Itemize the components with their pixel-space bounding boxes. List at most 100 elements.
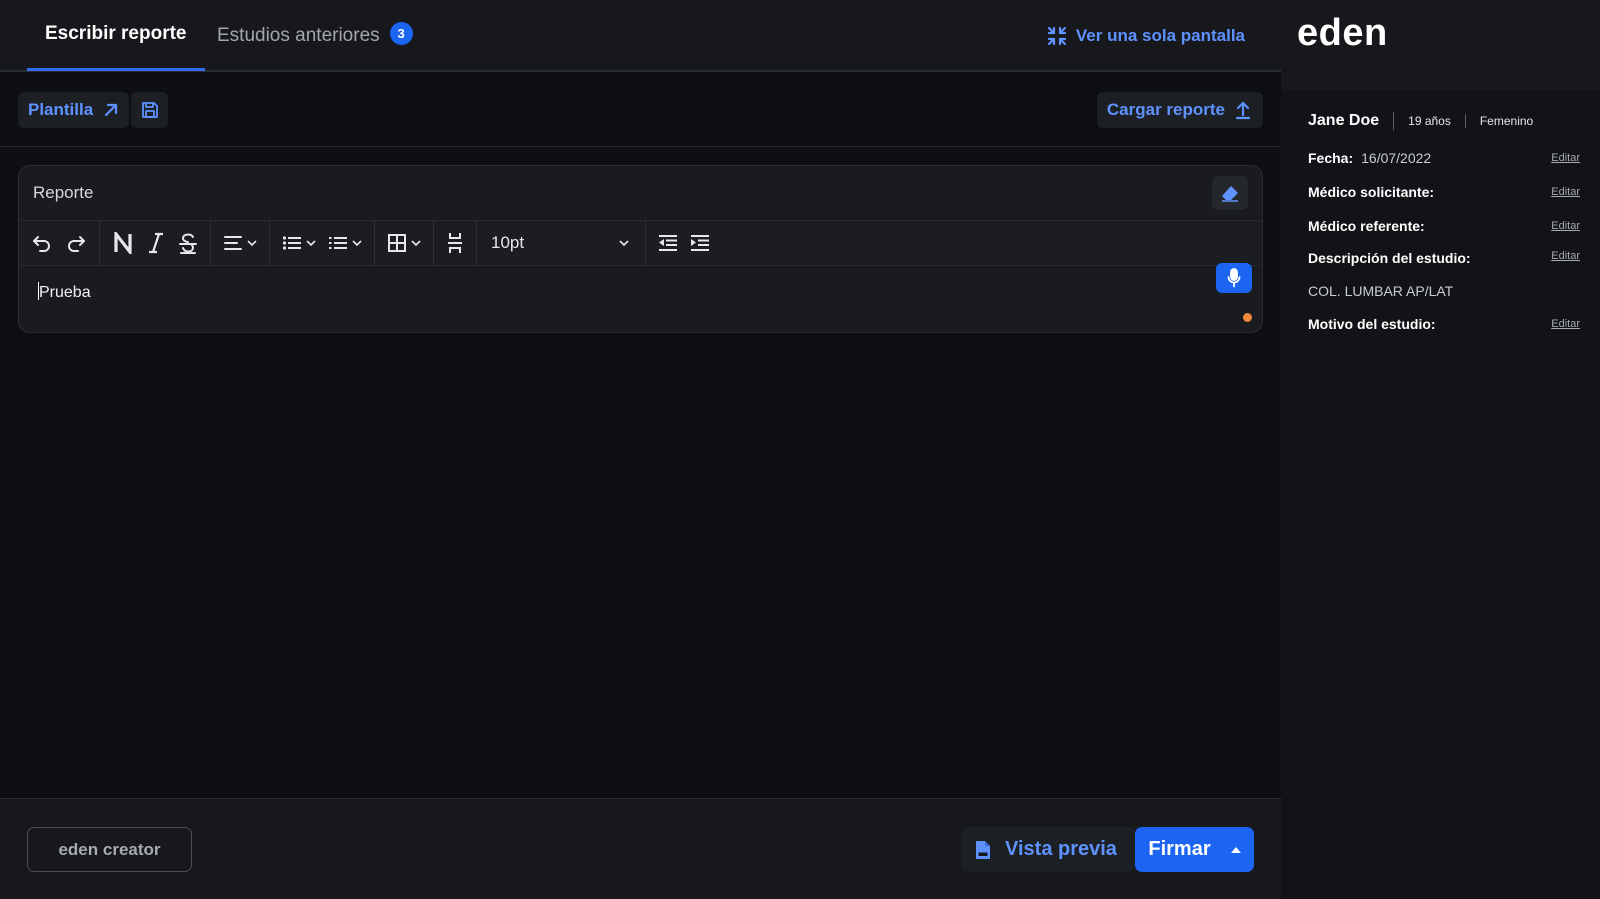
- report-editor: Reporte 10pt Prueba: [18, 165, 1263, 333]
- upload-report-label: Cargar reporte: [1106, 100, 1225, 119]
- eden-creator-button[interactable]: eden creator: [27, 827, 192, 872]
- chevron-down-icon: [352, 240, 362, 247]
- preview-label: Vista previa: [1005, 838, 1117, 860]
- edit-requesting-doctor-link[interactable]: Editar: [1551, 186, 1580, 198]
- eden-creator-label: eden creator: [58, 839, 161, 859]
- template-button[interactable]: Plantilla: [18, 92, 130, 128]
- patient-name: Jane Doe: [1308, 112, 1395, 130]
- tab-bar: Escribir reporte Estudios anteriores 3 V…: [0, 0, 1281, 72]
- tab-write-report-label: Escribir reporte: [45, 23, 187, 44]
- chevron-down-icon: [306, 240, 316, 247]
- single-screen-button[interactable]: Ver una sola pantalla: [1047, 22, 1245, 50]
- previous-studies-count-badge: 3: [389, 21, 413, 45]
- study-reason-field: Motivo del estudio: Editar: [1308, 316, 1580, 332]
- numbered-list-icon: [329, 237, 347, 249]
- referring-doctor-label: Médico referente:: [1308, 218, 1425, 234]
- preview-button[interactable]: Vista previa: [961, 827, 1135, 872]
- report-workspace: Escribir reporte Estudios anteriores 3 V…: [0, 0, 1281, 899]
- save-icon: [141, 102, 158, 118]
- indent-button[interactable]: [684, 226, 716, 260]
- patient-sidebar: eden Jane Doe 19 años Femenino Fecha: 16/…: [1281, 0, 1600, 899]
- single-screen-label: Ver una sola pantalla: [1075, 26, 1245, 45]
- date-label: Fecha: 16/07/2022: [1308, 150, 1432, 166]
- editor-header: Reporte: [19, 166, 1262, 221]
- text-style-group: [100, 220, 211, 266]
- undo-button[interactable]: [25, 226, 59, 260]
- history-group: [19, 220, 100, 266]
- eraser-icon: [1222, 186, 1238, 202]
- italic-icon: [149, 232, 163, 254]
- pdf-file-icon: [976, 840, 990, 859]
- template-label: Plantilla: [28, 100, 94, 119]
- footer-actions: eden creator Vista previa Firmar: [0, 798, 1281, 899]
- font-size-select[interactable]: 10pt: [483, 226, 639, 260]
- numbered-list-dropdown[interactable]: [322, 226, 368, 260]
- editor-title: Reporte: [33, 183, 94, 202]
- page-break-icon: [448, 233, 462, 253]
- page-break-group: [434, 220, 477, 266]
- patient-sex: Femenino: [1479, 114, 1534, 128]
- report-toolbar: Plantilla Cargar reporte: [0, 72, 1281, 147]
- align-dropdown[interactable]: [217, 226, 263, 260]
- font-size-value: 10pt: [491, 233, 525, 252]
- tab-previous-studies-label: Estudios anteriores: [217, 25, 380, 46]
- study-description-label: Descripción del estudio:: [1308, 250, 1471, 266]
- study-description-value: COL. LUMBAR AP/LAT: [1308, 283, 1454, 299]
- status-dot: [1243, 313, 1252, 322]
- study-reason-label: Motivo del estudio:: [1308, 316, 1436, 332]
- patient-header: Jane Doe 19 años Femenino: [1308, 110, 1547, 132]
- clear-button[interactable]: [1212, 176, 1248, 210]
- date-field: Fecha: 16/07/2022 Editar: [1308, 150, 1580, 166]
- table-dropdown[interactable]: [381, 226, 427, 260]
- microphone-icon: [1227, 268, 1241, 288]
- outdent-icon: [659, 235, 677, 251]
- edit-date-link[interactable]: Editar: [1551, 152, 1580, 164]
- edit-study-reason-link[interactable]: Editar: [1551, 318, 1580, 330]
- arrow-up-right-icon: [105, 103, 118, 117]
- strikethrough-icon: [179, 233, 197, 254]
- align-group: [211, 220, 270, 266]
- patient-age: 19 años: [1394, 114, 1466, 128]
- redo-button[interactable]: [59, 226, 93, 260]
- edit-study-description-link[interactable]: Editar: [1551, 250, 1580, 262]
- bullet-list-dropdown[interactable]: [276, 226, 322, 260]
- study-description-field: Descripción del estudio: Editar: [1308, 250, 1580, 266]
- date-value: 16/07/2022: [1361, 150, 1432, 166]
- patient-info-panel: [1281, 90, 1600, 899]
- editor-text: Prueba: [39, 284, 91, 301]
- indent-group: [646, 221, 722, 266]
- italic-button[interactable]: [140, 226, 172, 260]
- upload-report-button[interactable]: Cargar reporte: [1096, 92, 1263, 128]
- caret-up-icon: [1230, 846, 1241, 853]
- strikethrough-button[interactable]: [172, 226, 204, 260]
- requesting-doctor-field: Médico solicitante: Editar: [1308, 184, 1580, 200]
- edit-referring-doctor-link[interactable]: Editar: [1551, 220, 1580, 232]
- chevron-down-icon: [619, 240, 629, 247]
- sign-label: Firmar: [1148, 838, 1211, 860]
- list-group: [270, 220, 375, 266]
- upload-icon: [1235, 101, 1251, 120]
- bold-button[interactable]: [106, 226, 140, 260]
- tab-previous-studies[interactable]: Estudios anteriores 3: [217, 0, 413, 72]
- table-group: [375, 220, 434, 266]
- referring-doctor-field: Médico referente: Editar: [1308, 218, 1580, 234]
- editor-content-area[interactable]: Prueba: [19, 263, 1262, 332]
- table-icon: [388, 234, 406, 252]
- bullet-list-icon: [282, 236, 301, 250]
- chevron-down-icon: [247, 240, 257, 247]
- save-button[interactable]: [131, 92, 168, 128]
- indent-icon: [691, 235, 709, 251]
- chevron-down-icon: [411, 240, 421, 247]
- tab-write-report[interactable]: Escribir reporte: [27, 0, 205, 71]
- undo-icon: [33, 236, 50, 252]
- dictation-button[interactable]: [1216, 263, 1252, 293]
- eden-logo: eden: [1297, 12, 1388, 54]
- sign-button[interactable]: Firmar: [1135, 827, 1254, 872]
- font-size-group: 10pt: [477, 220, 646, 266]
- align-left-icon: [224, 236, 242, 250]
- page-break-button[interactable]: [440, 226, 470, 260]
- formatting-toolbar: 10pt: [19, 220, 1262, 266]
- redo-icon: [68, 236, 85, 252]
- outdent-button[interactable]: [652, 226, 684, 260]
- requesting-doctor-label: Médico solicitante:: [1308, 184, 1435, 200]
